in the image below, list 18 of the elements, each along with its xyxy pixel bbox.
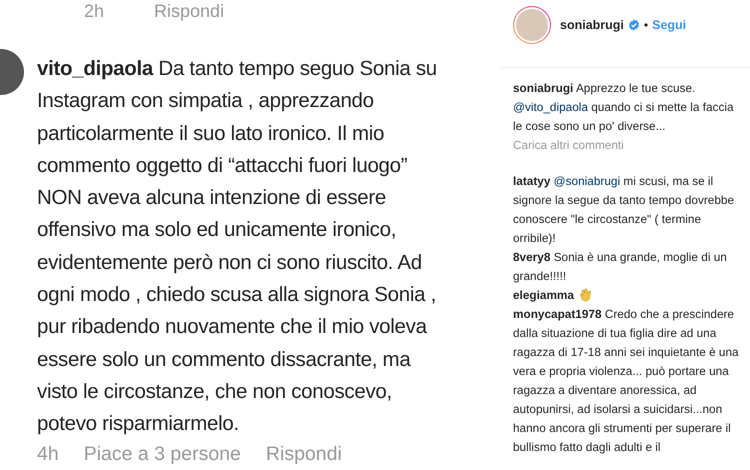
comment-text: latatyy @soniabrugi mi scusi, ma se il signore la segue da tanto tempo dovrebbe conoscere "le circostanze" ( termine orribile)!: [513, 173, 736, 247]
reply-link[interactable]: Rispondi: [266, 442, 342, 466]
reply-link[interactable]: Rispondi: [154, 0, 224, 22]
comment-username: elegiamma: [513, 287, 574, 304]
mention-link[interactable]: @soniabrugi: [554, 174, 620, 188]
comment-time: 2h: [84, 0, 104, 22]
comment-text: vito_dipaola Da tanto tempo seguo Sonia su Instagram con simpatia , apprezzando particolarmente il suo lato ironico. Il mio commento oggetto di “attacchi fuori luogo” NON aveva alcuna intenzione di essere offensivo ma solo ed unicamente ironico, evidentemente però non ci sono riuscito. Ad ogni modo , chiedo scusa alla signora Sonia , pur ribadendo nuovamente che il mio voleva essere solo un commento dissacrante, ma visto le circostanze, che non conoscevo, potevo risparmiarmelo.: [37, 56, 437, 438]
load-more-link[interactable]: Carica altri commenti: [513, 136, 750, 155]
caption-text: soniabrugi Apprezzo le tue scuse. @vito_dipaola quando ci si mette la faccia le cose sono un po' diverse...: [513, 80, 735, 135]
username[interactable]: soniabrugi: [560, 18, 624, 32]
separator-dot: •: [644, 18, 648, 32]
comment-time: 4h: [37, 442, 59, 466]
likes-link[interactable]: Piace a 3 persone: [84, 442, 241, 466]
comment-text: monycapat1978 Credo che a prescindere dalla situazione di tua figlia dire ad una ragazza di 17-18 anni sei inquietante è una vera e propria violenza... può portare una ragazza a diventare anoressica, ad autopunirsi, ad isolarsi a suicidarsi...non hanno ancora gli strumenti per superare il bullismo fatto dagli adulti e il: [513, 306, 739, 456]
mention-link[interactable]: @vito_dipaola: [513, 100, 588, 114]
profile-avatar[interactable]: [513, 6, 551, 44]
follow-link[interactable]: Segui: [652, 18, 686, 32]
comment-text: 8very8 Sonia è una grande, moglie di un grande!!!!!: [513, 249, 728, 285]
